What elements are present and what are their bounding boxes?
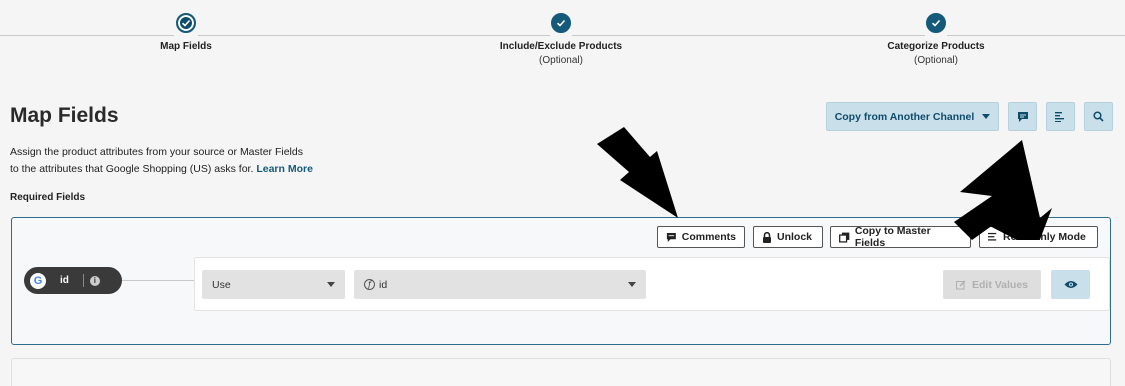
chevron-down-icon — [628, 282, 636, 287]
check-icon — [926, 13, 946, 33]
list-icon — [1055, 112, 1064, 122]
unlock-label: Unlock — [777, 231, 813, 243]
progress-stepper: Map Fields Include/Exclude Products (Opt… — [0, 0, 1125, 80]
lock-icon — [763, 231, 771, 243]
use-select[interactable]: Use — [202, 270, 345, 299]
function-icon: f — [364, 279, 375, 290]
check-icon — [176, 13, 196, 33]
learn-more-link[interactable]: Learn More — [256, 163, 313, 175]
value-select-value: id — [379, 278, 388, 291]
step-map-fields[interactable]: Map Fields — [96, 13, 276, 54]
step-label: Categorize Products — [887, 41, 985, 52]
step-label: Include/Exclude Products — [499, 41, 623, 52]
step-sublabel: (Optional) — [914, 55, 958, 66]
unlock-button[interactable]: Unlock — [753, 226, 823, 248]
description-line-2: to the attributes that Google Shopping (… — [10, 163, 254, 175]
comments-button[interactable]: Comments — [657, 226, 745, 248]
list-view-button[interactable] — [1046, 102, 1075, 131]
value-select[interactable]: f id — [354, 270, 646, 299]
copy-icon — [839, 232, 850, 243]
field-mapping-panel: Comments Unlock Copy to Master Fields Re… — [11, 217, 1111, 345]
comments-toggle-button[interactable] — [1008, 102, 1037, 131]
edit-icon — [955, 279, 966, 289]
copy-to-master-label: Copy to Master Fields — [854, 225, 931, 249]
check-icon — [551, 13, 571, 33]
page-description: Assign the product attributes from your … — [10, 144, 330, 178]
mapping-row: Use f id Edit Values — [194, 257, 1110, 311]
step-label: Map Fields — [160, 41, 212, 52]
description-line-1: Assign the product attributes from your … — [10, 146, 303, 158]
preview-button[interactable] — [1051, 270, 1090, 299]
pill-divider — [82, 274, 84, 287]
search-button[interactable] — [1084, 102, 1113, 131]
comments-label: Comments — [681, 231, 736, 243]
chevron-down-icon — [982, 113, 991, 119]
step-categorize[interactable]: Categorize Products (Optional) — [846, 13, 1026, 68]
required-fields-label: Required Fields — [10, 192, 86, 203]
use-select-value: Use — [212, 278, 231, 291]
info-icon[interactable]: i — [89, 275, 100, 286]
copy-channel-label: Copy from Another Channel — [834, 110, 975, 123]
connector-line — [122, 280, 194, 281]
next-field-panel — [11, 358, 1111, 386]
chevron-down-icon — [327, 282, 335, 287]
step-include-exclude[interactable]: Include/Exclude Products (Optional) — [471, 13, 651, 68]
field-name: id — [60, 275, 69, 286]
comment-icon — [1017, 111, 1028, 122]
field-name-pill[interactable]: G id i — [24, 267, 122, 294]
comment-icon — [666, 232, 676, 242]
arrow-pointer — [954, 140, 1052, 240]
edit-values-label: Edit Values — [971, 278, 1029, 291]
search-icon — [1093, 111, 1104, 122]
copy-from-channel-button[interactable]: Copy from Another Channel — [826, 102, 999, 131]
eye-icon — [1064, 281, 1077, 288]
step-sublabel: (Optional) — [539, 55, 583, 66]
copy-to-master-button[interactable]: Copy to Master Fields — [830, 225, 971, 249]
google-icon: G — [30, 272, 46, 289]
page-title: Map Fields — [10, 104, 119, 127]
edit-values-button[interactable]: Edit Values — [943, 270, 1041, 299]
arrow-pointer — [597, 127, 678, 218]
